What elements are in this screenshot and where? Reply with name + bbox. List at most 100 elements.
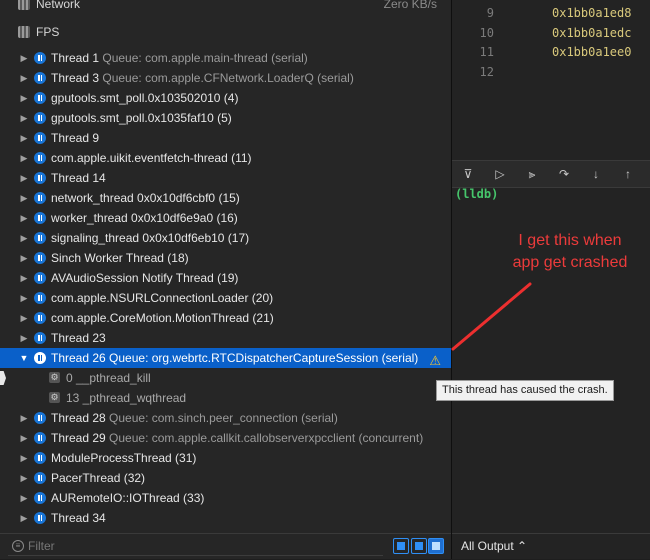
thread-row[interactable]: ▶ Thread 3 Queue: com.apple.CFNetwork.Loa… <box>0 68 451 88</box>
thread-name: Thread 3 <box>51 71 100 85</box>
current-frame-marker-icon <box>0 371 6 385</box>
thread-name: Thread 14 <box>51 171 106 185</box>
thread-icon <box>34 132 46 144</box>
thread-row[interactable]: ▶ Thread 23 <box>0 328 451 348</box>
thread-icon <box>34 52 46 64</box>
thread-row[interactable]: ▶ Thread 28 Queue: com.sinch.peer_connect… <box>0 408 451 428</box>
thread-row[interactable]: ▶ com.apple.NSURLConnectionLoader (20) <box>0 288 451 308</box>
thread-icon <box>34 312 46 324</box>
breakpoints-toggle-icon[interactable]: ▷ <box>492 166 508 182</box>
continue-icon[interactable]: ⫸ <box>524 166 540 182</box>
filter-crashed-threads-button[interactable] <box>393 538 409 554</box>
thread-row[interactable]: ▶ Thread 14 <box>0 168 451 188</box>
thread-icon <box>34 272 46 284</box>
filter-running-threads-button[interactable] <box>428 538 444 554</box>
crash-tooltip: This thread has caused the crash. <box>436 380 614 401</box>
step-over-icon[interactable]: ↷ <box>556 166 572 182</box>
thread-name: gputools.smt_poll.0x103502010 (4) <box>51 91 239 105</box>
thread-row[interactable]: ▶ gputools.smt_poll.0x103502010 (4) <box>0 88 451 108</box>
disassembly-view: 9 0x1bb0a1ed8 10 0x1bb0a1edc 11 0x1bb0a1… <box>452 4 650 82</box>
disclosure-triangle-icon[interactable]: ▶ <box>19 328 29 348</box>
disclosure-triangle-icon[interactable]: ▶ <box>19 108 29 128</box>
code-text: 0x1bb0a1ee0 <box>552 45 632 59</box>
thread-row[interactable]: ▶ com.apple.uikit.eventfetch-thread (11) <box>0 148 451 168</box>
thread-icon <box>34 412 46 424</box>
filter-frames-button[interactable] <box>411 538 427 554</box>
disclosure-triangle-icon[interactable]: ▶ <box>19 408 29 428</box>
thread-row[interactable]: ▶ Thread 1 Queue: com.apple.main-thread (… <box>0 48 451 68</box>
thread-row[interactable]: ▶ network_thread 0x0x10df6cbf0 (15) <box>0 188 451 208</box>
thread-name: Thread 34 <box>51 511 106 525</box>
disclosure-triangle-icon[interactable]: ▶ <box>19 148 29 168</box>
disclosure-triangle-icon[interactable]: ▶ <box>19 188 29 208</box>
disclosure-triangle-icon[interactable]: ▶ <box>19 48 29 68</box>
lldb-prompt: (lldb) <box>455 187 499 201</box>
disclosure-triangle-icon[interactable]: ▶ <box>19 168 29 188</box>
code-line: 10 0x1bb0a1edc <box>452 24 650 44</box>
thread-row[interactable]: ▶ PacerThread (32) <box>0 468 451 488</box>
step-into-icon[interactable]: ↓ <box>588 166 604 182</box>
thread-icon <box>34 292 46 304</box>
disclosure-triangle-icon[interactable]: ▶ <box>19 128 29 148</box>
thread-name: AURemoteIO::IOThread (33) <box>51 491 205 505</box>
disclosure-triangle-icon[interactable]: ▶ <box>19 288 29 308</box>
code-text: 0x1bb0a1ed8 <box>552 6 632 20</box>
disclosure-triangle-icon[interactable]: ▶ <box>19 508 29 528</box>
code-text: 0x1bb0a1edc <box>552 25 632 40</box>
disclosure-triangle-icon[interactable]: ▶ <box>19 448 29 468</box>
thread-name: com.apple.NSURLConnectionLoader (20) <box>51 291 274 305</box>
thread-name: gputools.smt_poll.0x1035faf10 (5) <box>51 111 232 125</box>
disclosure-triangle-icon[interactable]: ▶ <box>19 228 29 248</box>
thread-queue: Queue: org.webrtc.RTCDispatcherCaptureSe… <box>109 351 419 365</box>
thread-icon <box>34 432 46 444</box>
network-gauge[interactable]: Network Zero KB/s <box>0 0 451 14</box>
thread-list: ▶ Thread 1 Queue: com.apple.main-thread (… <box>0 48 451 528</box>
output-selector[interactable]: All Output ⌃ <box>461 539 527 553</box>
thread-row[interactable]: ▶ signaling_thread 0x0x10df6eb10 (17) <box>0 228 451 248</box>
step-out-icon[interactable]: ↑ <box>620 166 636 182</box>
stack-frame-row[interactable]: ⚙ 13 _pthread_wqthread <box>0 388 451 408</box>
disclosure-triangle-icon[interactable]: ▶ <box>19 428 29 448</box>
thread-row[interactable]: ▶ ModuleProcessThread (31) <box>0 448 451 468</box>
filter-field[interactable]: ≡ Filter <box>8 538 383 556</box>
chevron-updown-icon: ⌃ <box>517 539 528 553</box>
thread-name: Thread 9 <box>51 131 100 145</box>
thread-icon <box>34 332 46 344</box>
disclosure-triangle-icon[interactable]: ▶ <box>19 308 29 328</box>
disclosure-triangle-icon[interactable]: ▶ <box>19 68 29 88</box>
thread-name: Sinch Worker Thread (18) <box>51 251 189 265</box>
hide-debug-area-icon[interactable]: ⊽ <box>460 166 476 182</box>
disclosure-triangle-icon[interactable]: ▶ <box>19 88 29 108</box>
frame-gear-icon: ⚙ <box>49 372 60 383</box>
thread-row[interactable]: ▶ com.apple.CoreMotion.MotionThread (21) <box>0 308 451 328</box>
annotation-line: app get crashed <box>512 254 628 271</box>
thread-icon <box>34 512 46 524</box>
thread-name: PacerThread (32) <box>51 471 146 485</box>
thread-icon <box>34 212 46 224</box>
thread-icon <box>34 192 46 204</box>
disclosure-triangle-expanded-icon[interactable]: ▼ <box>19 348 29 368</box>
thread-row[interactable]: ▶ Sinch Worker Thread (18) <box>0 248 451 268</box>
code-line: 12 <box>452 63 650 83</box>
thread-row[interactable]: ▶ gputools.smt_poll.0x1035faf10 (5) <box>0 108 451 128</box>
thread-row[interactable]: ▶ worker_thread 0x0x10df6e9a0 (16) <box>0 208 451 228</box>
fps-gauge[interactable]: FPS <box>0 22 451 42</box>
thread-row[interactable]: ▶ Thread 9 <box>0 128 451 148</box>
editor-and-console: 9 0x1bb0a1ed8 10 0x1bb0a1edc 11 0x1bb0a1… <box>452 0 650 559</box>
thread-row-crashed[interactable]: ▼ Thread 26 Queue: org.webrtc.RTCDispatc… <box>0 348 451 368</box>
stack-frame-row[interactable]: ⚙ 0 __pthread_kill <box>0 368 451 388</box>
stack-frame-label: 0 __pthread_kill <box>66 371 151 385</box>
network-gauge-icon <box>18 0 30 10</box>
disclosure-triangle-icon[interactable]: ▶ <box>19 248 29 268</box>
disclosure-triangle-icon[interactable]: ▶ <box>19 268 29 288</box>
thread-row[interactable]: ▶ Thread 34 <box>0 508 451 528</box>
thread-row[interactable]: ▶ AVAudioSession Notify Thread (19) <box>0 268 451 288</box>
disclosure-triangle-icon[interactable]: ▶ <box>19 488 29 508</box>
thread-name: Thread 29 <box>51 431 106 445</box>
thread-icon <box>34 232 46 244</box>
stack-frame-label: 13 _pthread_wqthread <box>66 391 187 405</box>
thread-row[interactable]: ▶ AURemoteIO::IOThread (33) <box>0 488 451 508</box>
thread-row[interactable]: ▶ Thread 29 Queue: com.apple.callkit.call… <box>0 428 451 448</box>
disclosure-triangle-icon[interactable]: ▶ <box>19 208 29 228</box>
disclosure-triangle-icon[interactable]: ▶ <box>19 468 29 488</box>
